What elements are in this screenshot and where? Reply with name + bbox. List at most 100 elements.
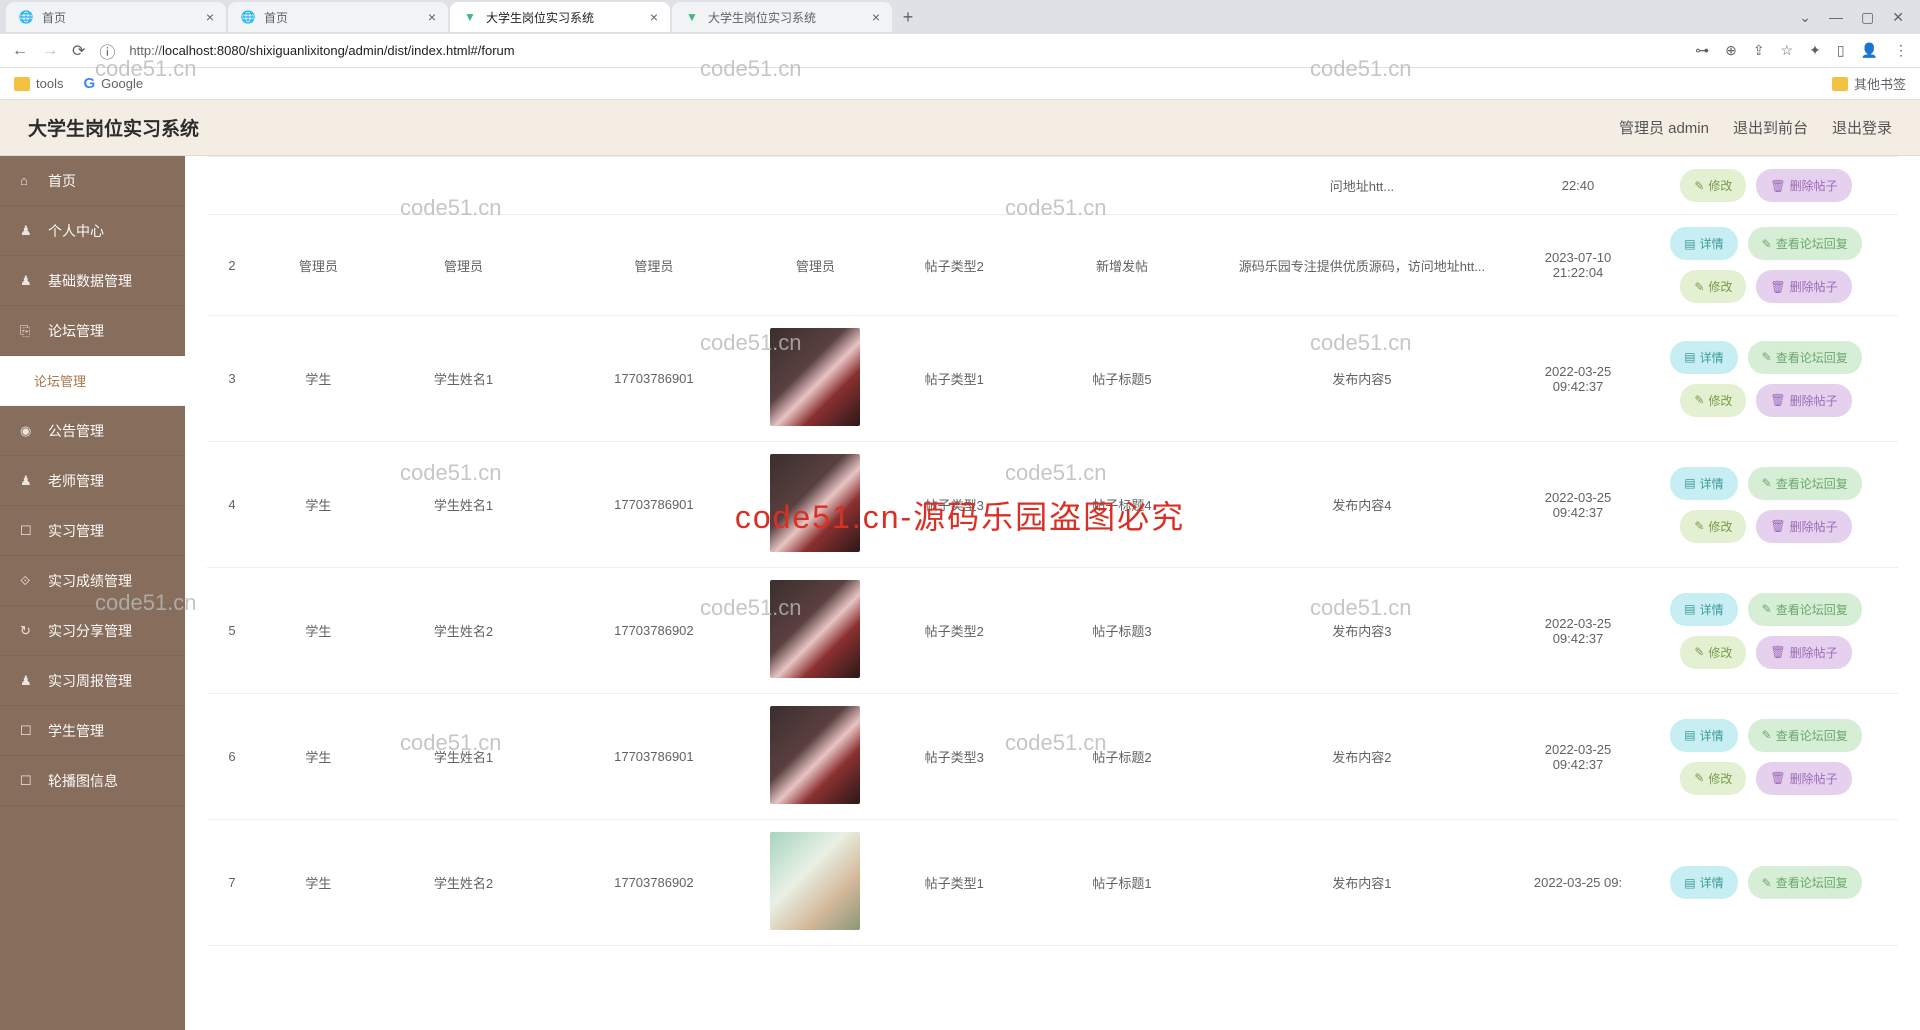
sidebar-item[interactable]: ↻实习分享管理 [0,606,185,656]
detail-button[interactable]: ▤详情 [1670,719,1737,752]
sidebar-item[interactable]: ♟基础数据管理 [0,256,185,306]
view-reply-button[interactable]: ✎查看论坛回复 [1748,227,1862,260]
view-reply-button[interactable]: ✎查看论坛回复 [1748,593,1862,626]
sidepanel-icon[interactable]: ▯ [1837,42,1845,59]
detail-button[interactable]: ▤详情 [1670,467,1737,500]
btn-icon: ✎ [1694,645,1704,659]
detail-button[interactable]: ▤详情 [1670,227,1737,260]
app-title: 大学生岗位实习系统 [28,114,199,141]
view-reply-button[interactable]: ✎查看论坛回复 [1748,719,1862,752]
bookmark-icon[interactable]: ☆ [1781,42,1794,59]
forward-icon[interactable]: → [42,42,58,60]
btn-icon: ✎ [1762,876,1772,890]
window-controls: ⌄ — ▢ ✕ [1799,9,1914,26]
sidebar-sub-forum[interactable]: 论坛管理 [0,356,185,406]
sidebar-item[interactable]: ♟实习周报管理 [0,656,185,706]
current-user[interactable]: 管理员 admin [1619,117,1709,138]
cell-index: 2 [207,215,257,316]
browser-tab[interactable]: 🌐首页× [228,2,448,32]
tab-favicon: 🌐 [240,9,256,25]
cell-content: 发布内容1 [1206,820,1518,946]
delete-button[interactable]: 🗑删除帖子 [1756,270,1851,303]
profile-icon[interactable]: 👤 [1861,42,1878,59]
minimize-icon[interactable]: — [1829,9,1843,26]
sidebar-item[interactable]: ⌂首页 [0,156,185,206]
sidebar-item[interactable]: ☐轮播图信息 [0,756,185,806]
detail-button[interactable]: ▤详情 [1670,866,1737,899]
detail-button[interactable]: ▤详情 [1670,341,1737,374]
browser-tab[interactable]: ▼大学生岗位实习系统× [672,2,892,32]
delete-button[interactable]: 🗑删除帖子 [1756,169,1851,202]
delete-button[interactable]: 🗑删除帖子 [1756,384,1851,417]
close-icon[interactable]: ✕ [1892,9,1904,26]
bookmark-tools[interactable]: tools [14,76,63,91]
detail-button[interactable]: ▤详情 [1670,593,1737,626]
cell-role: 管理员 [257,215,380,316]
nav-icon: ⎘ [20,323,36,339]
edit-button[interactable]: ✎修改 [1680,169,1746,202]
cell-index: 6 [207,694,257,820]
reload-icon[interactable]: ⟳ [72,41,85,61]
zoom-icon[interactable]: ⊕ [1725,42,1737,59]
menu-icon[interactable]: ⋮ [1894,42,1908,59]
cell-index: 3 [207,316,257,442]
btn-icon: ✎ [1694,393,1704,407]
sidebar-item[interactable]: ♟个人中心 [0,206,185,256]
close-tab-icon[interactable]: × [650,9,658,25]
chevron-down-icon[interactable]: ⌄ [1799,9,1811,26]
sidebar-item[interactable]: ☐学生管理 [0,706,185,756]
maximize-icon[interactable]: ▢ [1861,9,1874,26]
cell-phone [547,157,760,215]
edit-button[interactable]: ✎修改 [1680,510,1746,543]
edit-button[interactable]: ✎修改 [1680,636,1746,669]
extension-icon[interactable]: ✦ [1809,42,1821,59]
sidebar-item[interactable]: ⎘ 论坛管理 [0,306,185,356]
cell-type: 帖子类型1 [870,820,1038,946]
sidebar-item[interactable]: ☐实习管理 [0,506,185,556]
sidebar-item[interactable]: ◉公告管理 [0,406,185,456]
delete-button[interactable]: 🗑删除帖子 [1756,762,1851,795]
share-icon[interactable]: ⇪ [1753,42,1765,59]
view-reply-button[interactable]: ✎查看论坛回复 [1748,467,1862,500]
cell-ops: ▤详情 ✎查看论坛回复✎修改 🗑删除帖子 [1638,442,1898,568]
delete-button[interactable]: 🗑删除帖子 [1756,510,1851,543]
to-frontend-link[interactable]: 退出到前台 [1733,117,1808,138]
logout-link[interactable]: 退出登录 [1832,117,1892,138]
sidebar-item[interactable]: ⟐实习成绩管理 [0,556,185,606]
back-icon[interactable]: ← [12,42,28,60]
nav-label: 论坛管理 [48,321,104,341]
nav-icon: ⟐ [20,573,36,589]
sidebar-item[interactable]: ♟老师管理 [0,456,185,506]
btn-icon: 🗑 [1770,519,1785,533]
cell-role: 学生 [257,316,380,442]
browser-tab[interactable]: 🌐首页× [6,2,226,32]
btn-icon: 🗑 [1770,393,1785,407]
cell-index: 4 [207,442,257,568]
cell-ops: ✎修改 🗑删除帖子 [1638,157,1898,215]
new-tab-button[interactable]: + [894,3,922,31]
close-tab-icon[interactable]: × [872,9,880,25]
cell-content: 发布内容4 [1206,442,1518,568]
close-tab-icon[interactable]: × [206,9,214,25]
btn-icon: 🗑 [1770,179,1785,193]
cell-title [1038,157,1206,215]
bookmark-google[interactable]: GGoogle [83,75,143,92]
browser-tab[interactable]: ▼大学生岗位实习系统× [450,2,670,32]
delete-button[interactable]: 🗑删除帖子 [1756,636,1851,669]
cell-image [760,568,870,694]
address-bar: ← → ⟳ ⓘ http://localhost:8080/shixiguanl… [0,34,1920,68]
table-row: 2管理员管理员管理员管理员帖子类型2新增发帖源码乐园专注提供优质源码，访问地址h… [207,215,1898,316]
cell-content: 问地址htt... [1206,157,1518,215]
url-input[interactable]: http://localhost:8080/shixiguanlixitong/… [129,43,1681,58]
nav-icon: ⌂ [20,173,36,188]
edit-button[interactable]: ✎修改 [1680,270,1746,303]
close-tab-icon[interactable]: × [428,9,436,25]
view-reply-button[interactable]: ✎查看论坛回复 [1748,341,1862,374]
bookmark-other[interactable]: 其他书签 [1832,74,1906,93]
edit-button[interactable]: ✎修改 [1680,384,1746,417]
view-reply-button[interactable]: ✎查看论坛回复 [1748,866,1862,899]
info-icon[interactable]: ⓘ [99,39,115,63]
edit-button[interactable]: ✎修改 [1680,762,1746,795]
key-icon[interactable]: ⊶ [1695,42,1709,59]
cell-image [760,316,870,442]
